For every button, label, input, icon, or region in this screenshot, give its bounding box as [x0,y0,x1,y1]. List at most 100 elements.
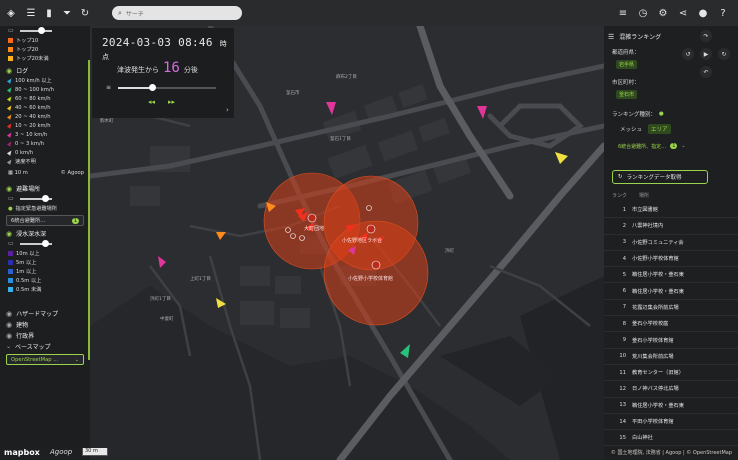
chevron-down-icon: ⌄ [74,356,79,363]
elapsed-suffix: 分後 [183,66,198,74]
ranking-row[interactable]: 13 鵜住居小学校・釜石東 [604,398,738,414]
search-input[interactable]: ⌕ サーチ [112,6,242,20]
eye-icon[interactable]: ◉ [6,230,12,238]
flood-legend-item: 0.5m 未満 [0,285,90,294]
arrow-swatch-icon [6,104,14,111]
refresh-icon[interactable]: ↻ [76,0,94,26]
flood-legend-list: 10m 以上 5m 以上 1m 以上 0.5m 以上 0.5m 未満 [0,249,90,294]
flood-legend-item: 0.5m 以上 [0,276,90,285]
log-legend-item: 10 ~ 20 km/h [0,121,90,130]
shelter-dropdown[interactable]: 6統合避難所… 1 [6,215,84,226]
flood-opacity-slider[interactable]: ▭ [8,239,82,249]
palette-icon: ▭ [8,195,14,202]
eye-icon[interactable]: ◉ [6,185,12,193]
clock-speed-icon[interactable]: ◷ [636,0,650,26]
mapbox-logo[interactable]: mapbox [4,448,40,457]
list-icon: ☰ [608,32,615,41]
ranking-row[interactable]: 11 教育センター（旧館） [604,365,738,382]
ranking-table-header: ランク 場所 [612,192,649,199]
slider-knob[interactable] [42,240,49,247]
share-icon[interactable]: ⋖ [676,0,690,26]
log-legend-item: 100 km/h 以上 [0,76,90,85]
log-legend-list: 100 km/h 以上 80 ~ 100 km/h 60 ~ 80 km/h 40 ~… [0,76,90,166]
log-legend-item: 3 ~ 10 km/h [0,130,90,139]
collapse-right-icon[interactable]: › [226,106,229,114]
redo-icon[interactable]: ↷ [700,30,712,42]
list-icon[interactable]: ☰ [22,0,40,26]
grid-icon: ▦ 10 m [8,169,28,176]
ranking-row[interactable]: 7 花露辺集会所前広場 [604,300,738,317]
user-icon[interactable]: ● [696,0,710,26]
ranking-place: 荒川集会所前広場 [632,353,674,360]
legend-swatch [8,269,13,274]
filter-icon[interactable]: ⏷ [58,0,76,26]
ranking-number: 1 [622,206,626,213]
layer-building[interactable]: ◉ 建物 [0,319,90,330]
map-attribution[interactable]: © 国土地理院, 法務省 | Agoop | © OpenStreetMap [608,449,734,456]
ranking-row[interactable]: 8 釜石小学校校庭 [604,316,738,333]
layer-admin[interactable]: ◉ 行政界 [0,330,90,341]
shelter-opacity-slider[interactable]: ▭ [8,194,82,204]
map-label: 上町1丁目 [190,277,211,282]
shelter-section-header[interactable]: ◉ 避難場所 [0,183,90,194]
bar-chart-icon[interactable]: ▮ [40,0,58,26]
ranking-row[interactable]: 14 平田小学校体育館 [604,414,738,431]
city-label: 市区町村： [612,80,640,86]
rewind-button[interactable]: ◂◂ [148,98,155,106]
ranking-row[interactable]: 3 小佐野コミュニティ会 [604,235,738,251]
time-slider-knob[interactable] [149,84,157,91]
rotate-right-icon[interactable]: ↻ [718,48,730,60]
area-select[interactable]: 6統合避難所、指定… 1 ⌄ [618,140,708,152]
ranking-place: 釜石小学校体育館 [632,337,674,344]
playlist-icon[interactable]: ≡ [106,84,111,91]
ranking-row[interactable]: 5 鵜住居小学校・釜石東 [604,267,738,284]
forward-button[interactable]: ▸▸ [168,98,175,106]
time-slider[interactable]: ≡ [106,84,216,92]
arrow-swatch-icon [6,122,14,129]
log-section-header[interactable]: ◉ ログ [0,65,90,76]
toolbar-right: ≡ ◷ ⚙ ⋖ ● ? [616,0,730,26]
ranking-row[interactable]: 6 鵜住居小学校・釜石東 [604,283,738,300]
ranking-row[interactable]: 9 釜石小学校体育館 [604,332,738,349]
gear-icon[interactable]: ⚙ [656,0,670,26]
eye-icon[interactable]: ◉ [6,332,12,340]
eye-icon[interactable]: ◉ [6,67,12,75]
col-name: 場所 [639,193,650,199]
rotate-left-icon[interactable]: ↺ [682,48,694,60]
slider-knob[interactable] [38,27,45,34]
undo-icon[interactable]: ↶ [700,66,712,78]
ranking-row[interactable]: 1 市立図書館 [604,202,738,219]
filter-list-icon[interactable]: ≡ [616,0,630,26]
map-label: 麻布2丁目 [336,75,357,80]
basemap-header[interactable]: ⌄ ベースマップ [0,341,90,352]
ranking-table: 1 市立図書館 2 八雲神社境内 3 小佐野コミュニティ会 4 小佐野小学校体育館 5 鵜住居小学… [604,202,738,446]
ranking-row[interactable]: 12 日ノ神バス停北広場 [604,381,738,398]
tab-area[interactable]: エリア [648,124,671,134]
ranking-row[interactable]: 4 小佐野小学校体育館 [604,251,738,268]
ranking-row[interactable]: 2 八雲神社境内 [604,218,738,235]
help-icon[interactable]: ? [716,0,730,26]
map-hot-label: 小佐野小学校体育館 [348,276,394,282]
pin-icon: ● [8,205,13,212]
tab-mesh[interactable]: メッシュ [618,124,644,134]
eye-icon[interactable]: ◉ [6,321,12,329]
layer-hazard[interactable]: ◉ ハザードマップ [0,308,90,319]
top-toolbar: ◈ ☰ ▮ ⏷ ↻ ⌕ サーチ ≡ ◷ ⚙ ⋖ ● ? [0,0,738,26]
basemap-select[interactable]: OpenStreetMap ... ⌄ [6,354,84,365]
city-value[interactable]: 釜石市 [616,90,638,99]
ranking-row[interactable]: 15 白山神社 [604,430,738,446]
ranking-place: 鵜住居小学校・釜石東 [632,402,684,409]
slider-knob[interactable] [42,195,49,202]
eye-icon[interactable]: ◉ [6,310,12,318]
play-icon[interactable]: ▶ [700,48,712,60]
fetch-ranking-button[interactable]: ↻ ランキングデータ取得 [612,170,708,184]
ranking-number: 11 [619,369,626,376]
flood-section-header[interactable]: ◉ 浸水深水深 [0,228,90,239]
info-icon[interactable]: ● [659,111,664,117]
region-value[interactable]: 岩手県 [616,60,638,69]
ranking-place: 平田小学校体育館 [632,419,674,425]
top-opacity-slider[interactable]: ▭ [8,26,82,36]
region-label: 都道府県： [612,50,640,56]
layers-icon[interactable]: ◈ [0,0,22,26]
ranking-row[interactable]: 10 荒川集会所前広場 [604,349,738,365]
